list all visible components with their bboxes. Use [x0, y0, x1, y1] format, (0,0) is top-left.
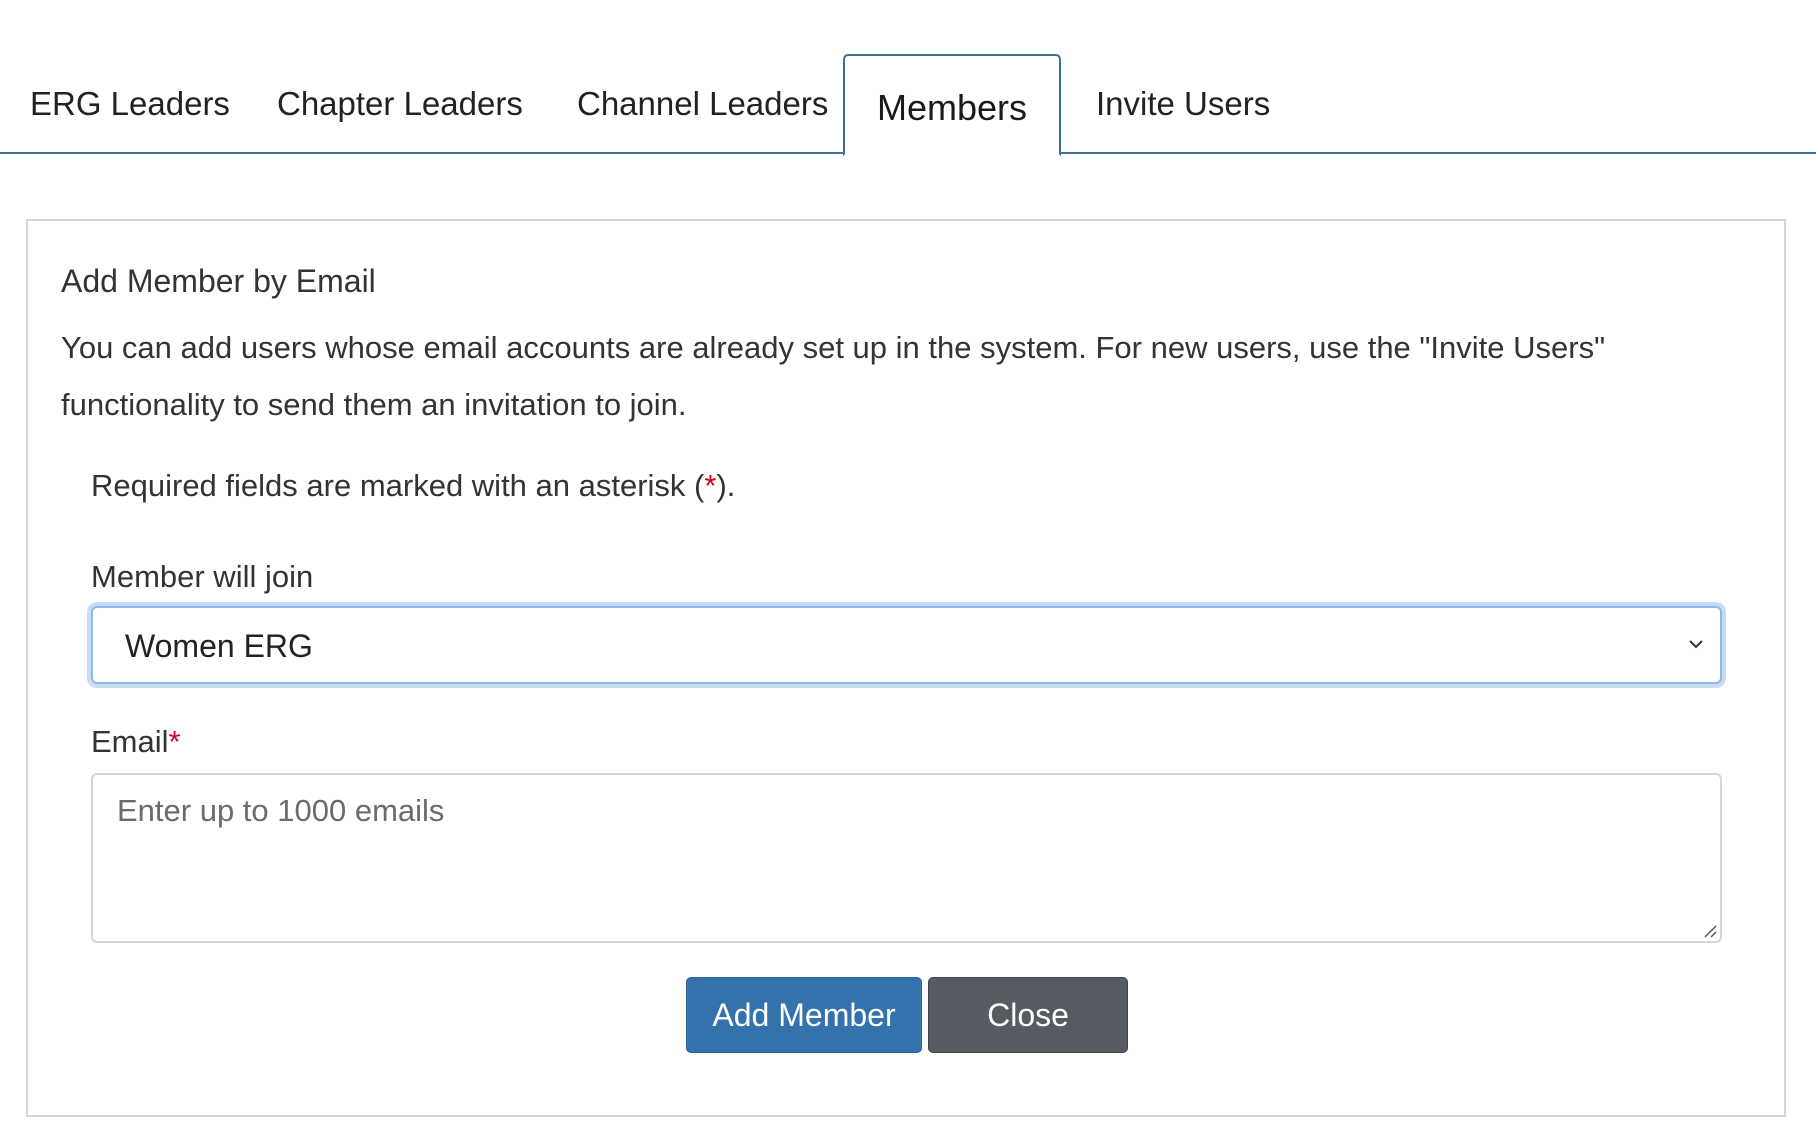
- add-member-button[interactable]: Add Member: [686, 977, 922, 1053]
- tab-label: ERG Leaders: [30, 85, 230, 122]
- close-button[interactable]: Close: [928, 977, 1128, 1053]
- tab-label: Channel Leaders: [577, 85, 829, 122]
- email-required-asterisk: *: [168, 724, 181, 759]
- resize-handle-icon[interactable]: [1702, 923, 1718, 939]
- email-placeholder: Enter up to 1000 emails: [117, 793, 445, 828]
- select-value: Women ERG: [125, 628, 313, 664]
- panel-title: Add Member by Email: [61, 263, 376, 299]
- tab-chapter-leaders[interactable]: Chapter Leaders: [277, 54, 523, 154]
- required-note-prefix: Required fields are marked with an aster…: [91, 468, 705, 503]
- tab-bar: ERG Leaders Chapter Leaders Channel Lead…: [0, 54, 1816, 156]
- tab-label: Invite Users: [1096, 85, 1271, 122]
- tab-invite-users[interactable]: Invite Users: [1096, 54, 1270, 154]
- tab-members[interactable]: Members: [843, 54, 1061, 156]
- required-note-suffix: ).: [716, 468, 736, 503]
- page: ERG Leaders Chapter Leaders Channel Lead…: [0, 0, 1816, 1138]
- email-label-text: Email: [91, 724, 169, 759]
- tab-erg-leaders[interactable]: ERG Leaders: [30, 54, 230, 154]
- panel-description: You can add users whose email accounts a…: [61, 330, 1606, 422]
- add-member-panel: Add Member by Email You can add users wh…: [26, 219, 1786, 1117]
- email-textarea[interactable]: Enter up to 1000 emails: [91, 773, 1722, 943]
- required-asterisk: *: [704, 468, 717, 503]
- member-will-join-label: Member will join: [91, 559, 314, 594]
- tab-channel-leaders[interactable]: Channel Leaders: [577, 54, 828, 154]
- tab-label: Chapter Leaders: [277, 85, 523, 122]
- member-will-join-select[interactable]: Women ERG: [91, 606, 1722, 684]
- required-fields-note: Required fields are marked with an aster…: [91, 468, 735, 504]
- email-label: Email*: [91, 724, 181, 760]
- chevron-down-icon: [1689, 640, 1703, 649]
- tab-label: Members: [876, 87, 1028, 128]
